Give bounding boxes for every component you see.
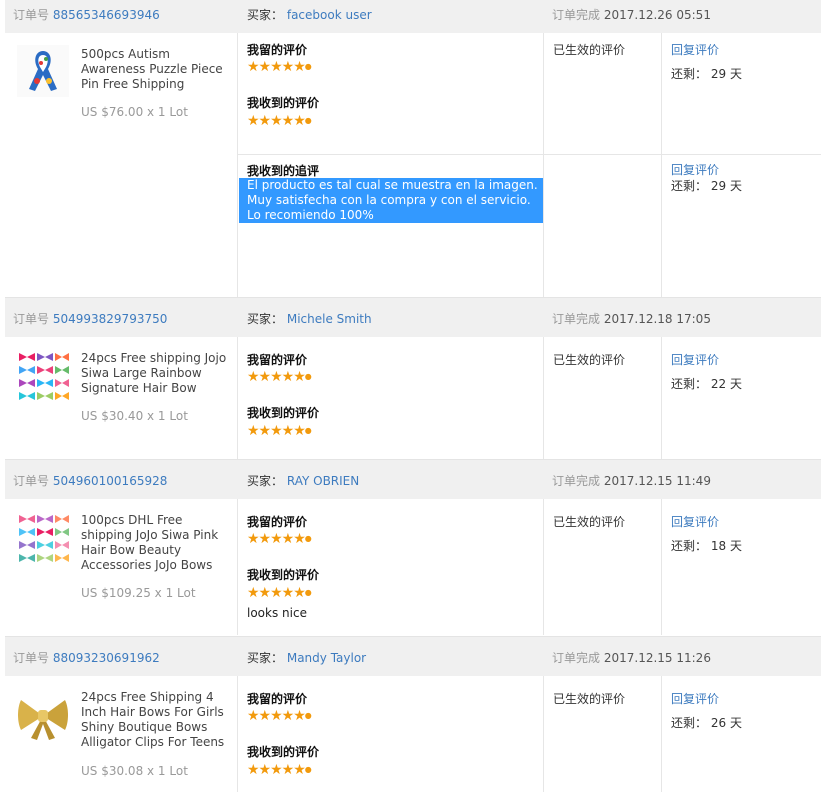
received-rating-stars: ★★★★★● [247, 585, 312, 601]
received-rating-stars: ★★★★★● [247, 762, 312, 778]
followup-review-title: 我收到的追评 [247, 164, 320, 178]
received-review-comment: looks nice [247, 606, 307, 620]
received-review-title: 我收到的评价 [247, 96, 320, 110]
gold-bow-icon[interactable] [17, 690, 69, 742]
reply-followup-link[interactable]: 回复评价 [671, 161, 719, 178]
reply-review-link[interactable]: 回复评价 [671, 690, 719, 707]
received-review-title: 我收到的评价 [247, 745, 320, 759]
order-number: 订单号 504960100165928 [13, 474, 168, 488]
reply-review-link[interactable]: 回复评价 [671, 351, 719, 368]
order-header: 订单号 88093230691962 买家： Mandy Taylor 订单完成… [5, 636, 821, 676]
product-price: US $30.08 x 1 Lot [81, 764, 188, 778]
product-price: US $76.00 x 1 Lot [81, 105, 188, 119]
buyer-info: 买家： RAY OBRIEN [247, 474, 360, 488]
product-title[interactable]: 24pcs Free Shipping 4 Inch Hair Bows For… [81, 690, 237, 750]
order-header: 订单号 88565346693946 买家： facebook user 订单完… [5, 0, 821, 33]
order-number: 订单号 88093230691962 [13, 651, 160, 665]
feedback-list: 订单号 88565346693946 买家： facebook user 订单完… [0, 0, 826, 792]
my-review-title: 我留的评价 [247, 43, 308, 57]
order-number-link[interactable]: 504993829793750 [53, 312, 168, 326]
order-number-link[interactable]: 88093230691962 [53, 651, 160, 665]
review-status: 已生效的评价 [553, 353, 626, 367]
completed-time: 订单完成 2017.12.18 17:05 [552, 312, 711, 326]
my-review-title: 我留的评价 [247, 692, 308, 706]
received-rating-stars: ★★★★★● [247, 113, 312, 129]
order-number-link[interactable]: 88565346693946 [53, 8, 160, 22]
order-card: 订单号 504993829793750 买家： Michele Smith 订单… [5, 297, 821, 459]
hair-bows-grid-icon[interactable] [17, 511, 69, 563]
buyer-link[interactable]: facebook user [287, 8, 372, 22]
followup-days-remaining: 还剩： 29 天 [671, 179, 742, 193]
product-title[interactable]: 100pcs DHL Free shipping JoJo Siwa Pink … [81, 513, 237, 573]
received-review-title: 我收到的评价 [247, 406, 320, 420]
buyer-info: 买家： Mandy Taylor [247, 651, 367, 665]
order-number: 订单号 504993829793750 [13, 312, 168, 326]
days-remaining: 还剩： 18 天 [671, 539, 742, 553]
received-rating-stars: ★★★★★● [247, 423, 312, 439]
days-remaining: 还剩： 26 天 [671, 716, 742, 730]
ribbon-icon[interactable] [17, 45, 69, 97]
days-remaining: 还剩： 22 天 [671, 377, 742, 391]
review-status: 已生效的评价 [553, 692, 626, 706]
buyer-link[interactable]: RAY OBRIEN [287, 474, 359, 488]
reply-review-link[interactable]: 回复评价 [671, 513, 719, 530]
days-remaining: 还剩： 29 天 [671, 67, 742, 81]
received-review-title: 我收到的评价 [247, 568, 320, 582]
completed-time: 订单完成 2017.12.15 11:49 [552, 474, 711, 488]
product-price: US $30.40 x 1 Lot [81, 409, 188, 423]
order-header: 订单号 504960100165928 买家： RAY OBRIEN 订单完成 … [5, 459, 821, 499]
product-price: US $109.25 x 1 Lot [81, 586, 196, 600]
my-rating-stars: ★★★★★● [247, 369, 312, 385]
order-header: 订单号 504993829793750 买家： Michele Smith 订单… [5, 297, 821, 337]
my-rating-stars: ★★★★★● [247, 708, 312, 724]
my-review-title: 我留的评价 [247, 515, 308, 529]
my-rating-stars: ★★★★★● [247, 531, 312, 547]
buyer-link[interactable]: Michele Smith [287, 312, 372, 326]
order-number-link[interactable]: 504960100165928 [53, 474, 168, 488]
buyer-info: 买家： facebook user [247, 8, 372, 22]
order-card: 订单号 504960100165928 买家： RAY OBRIEN 订单完成 … [5, 459, 821, 635]
my-review-title: 我留的评价 [247, 353, 308, 367]
followup-review-text: El producto es tal cual se muestra en la… [239, 178, 543, 223]
product-title[interactable]: 24pcs Free shipping Jojo Siwa Large Rain… [81, 351, 237, 396]
review-status: 已生效的评价 [553, 515, 626, 529]
completed-time: 订单完成 2017.12.26 05:51 [552, 8, 711, 22]
reply-review-link[interactable]: 回复评价 [671, 41, 719, 58]
completed-time: 订单完成 2017.12.15 11:26 [552, 651, 711, 665]
order-number: 订单号 88565346693946 [13, 8, 160, 22]
buyer-link[interactable]: Mandy Taylor [287, 651, 366, 665]
hair-bows-grid-icon[interactable] [17, 349, 69, 401]
buyer-info: 买家： Michele Smith [247, 312, 372, 326]
my-rating-stars: ★★★★★● [247, 59, 312, 75]
order-card: 订单号 88093230691962 买家： Mandy Taylor 订单完成… [5, 636, 821, 792]
product-title[interactable]: 500pcs Autism Awareness Puzzle Piece Pin… [81, 47, 237, 92]
review-status: 已生效的评价 [553, 43, 626, 57]
order-card: 订单号 88565346693946 买家： facebook user 订单完… [5, 0, 821, 297]
